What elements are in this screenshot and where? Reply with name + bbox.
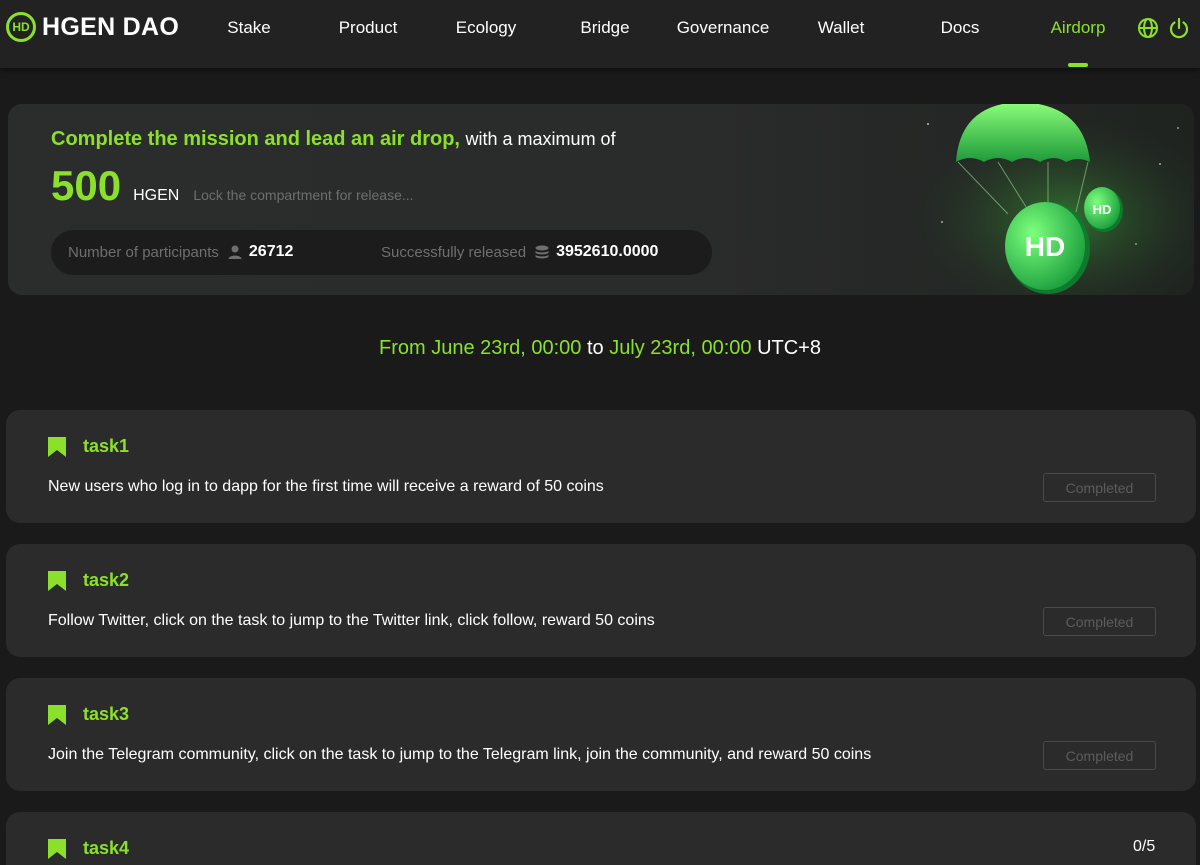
- task-title: task1: [83, 436, 130, 456]
- active-nav-indicator: [1068, 63, 1088, 67]
- task-progress-count: 0/5: [1133, 838, 1156, 855]
- max-amount: 500: [51, 162, 122, 209]
- bookmark-icon: [48, 436, 66, 457]
- released-stat: Successfully released 3952610.0000: [381, 243, 658, 261]
- task-card-2[interactable]: task2 Follow Twitter, click on the task …: [6, 544, 1196, 657]
- released-value: 3952610.0000: [556, 243, 659, 260]
- airdrop-period: From June 23rd, 00:00 to July 23rd, 00:0…: [0, 337, 1200, 360]
- airdrop-hero-card: Complete the mission and lead an air dro…: [8, 104, 1194, 295]
- task-card-1[interactable]: task1 New users who log in to dapp for t…: [6, 410, 1196, 523]
- task-header: task4: [48, 838, 129, 859]
- participants-stat: Number of participants 26712: [68, 243, 293, 261]
- period-from-label: From: [379, 337, 426, 359]
- nav-item-ecology[interactable]: Ecology: [456, 18, 516, 38]
- task-header: task3: [48, 704, 129, 725]
- task-description: Follow Twitter, click on the task to jum…: [48, 612, 655, 629]
- hero-title-rest: with a maximum of: [465, 129, 616, 149]
- brand-name: HGEN DAO: [42, 12, 180, 41]
- task-header: task1: [48, 436, 129, 457]
- top-nav: HD HGEN DAO Stake Product Ecology Bridge…: [0, 0, 1200, 68]
- stats-pill: Number of participants 26712 Successfull…: [51, 230, 712, 275]
- lock-note: Lock the compartment for release...: [193, 187, 414, 203]
- nav-item-airdrop[interactable]: Airdorp: [1051, 18, 1106, 38]
- coins-icon: [535, 245, 549, 259]
- hero-title: Complete the mission and lead an air dro…: [51, 128, 616, 151]
- hd-logo-icon: HD: [6, 12, 36, 42]
- nav-item-wallet[interactable]: Wallet: [818, 18, 865, 38]
- power-icon[interactable]: [1168, 17, 1190, 39]
- task-completed-button[interactable]: Completed: [1043, 473, 1156, 502]
- period-to-word: to: [586, 337, 604, 359]
- bookmark-icon: [48, 570, 66, 591]
- participants-label: Number of participants: [68, 243, 219, 261]
- task-card-3[interactable]: task3 Join the Telegram community, click…: [6, 678, 1196, 791]
- hero-title-highlight: Complete the mission and lead an air dro…: [51, 128, 460, 150]
- bookmark-icon: [48, 704, 66, 725]
- bookmark-icon: [48, 838, 66, 859]
- hero-amount-row: 500 HGEN Lock the compartment for releas…: [51, 162, 414, 210]
- task-title: task4: [83, 838, 130, 858]
- task-title: task2: [83, 570, 130, 590]
- nav-item-governance[interactable]: Governance: [677, 18, 770, 38]
- period-to-date: July 23rd, 00:00: [609, 337, 752, 359]
- task-header: task2: [48, 570, 129, 591]
- svg-text:HD: HD: [1025, 231, 1065, 262]
- parachute-coin-illustration: HD HD: [908, 104, 1194, 295]
- task-completed-button[interactable]: Completed: [1043, 607, 1156, 636]
- released-label: Successfully released: [381, 243, 527, 261]
- task-description: Join the Telegram community, click on th…: [48, 746, 872, 763]
- task-title: task3: [83, 704, 130, 724]
- period-timezone: UTC+8: [757, 337, 821, 359]
- globe-icon[interactable]: [1137, 17, 1159, 39]
- task-card-4[interactable]: task4 0/5: [6, 812, 1196, 865]
- nav-item-product[interactable]: Product: [339, 18, 398, 38]
- nav-item-stake[interactable]: Stake: [227, 18, 270, 38]
- nav-item-bridge[interactable]: Bridge: [580, 18, 629, 38]
- logo[interactable]: HD HGEN DAO: [6, 12, 179, 42]
- user-icon: [228, 245, 242, 259]
- svg-text:HD: HD: [1093, 202, 1112, 217]
- nav-item-docs[interactable]: Docs: [941, 18, 980, 38]
- token-unit: HGEN: [133, 187, 180, 204]
- task-description: New users who log in to dapp for the fir…: [48, 478, 604, 495]
- period-from-date: June 23rd, 00:00: [431, 337, 582, 359]
- task-completed-button[interactable]: Completed: [1043, 741, 1156, 770]
- participants-value: 26712: [248, 243, 294, 260]
